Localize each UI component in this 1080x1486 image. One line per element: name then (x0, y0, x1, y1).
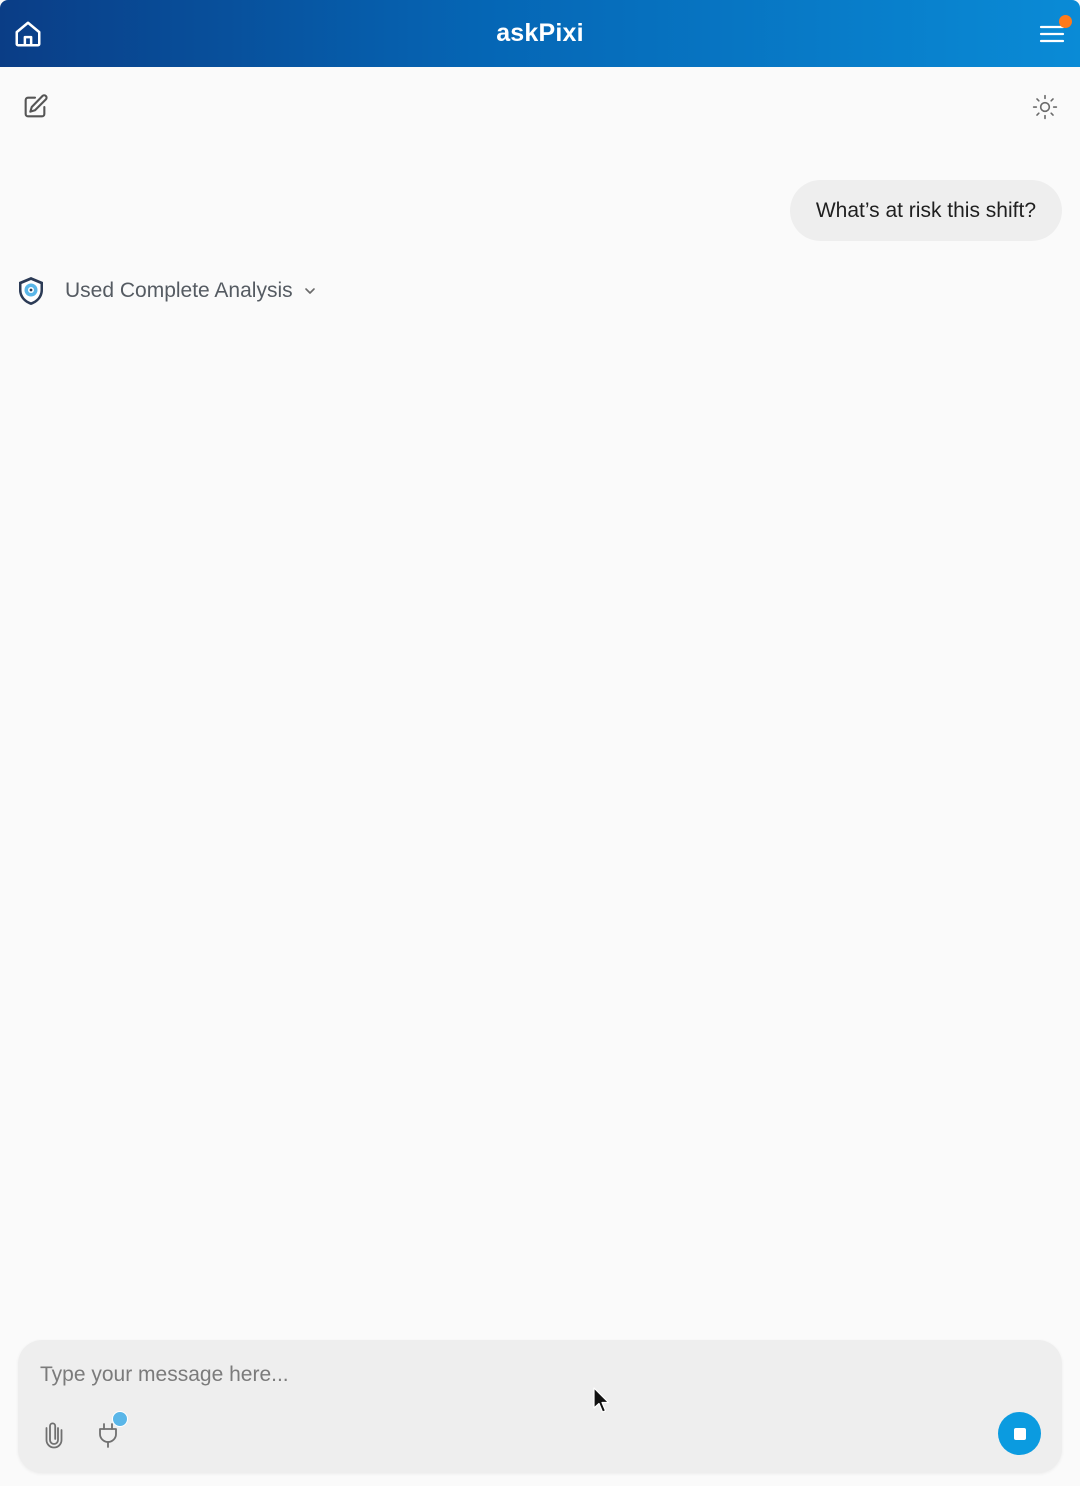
plugin-badge (112, 1411, 128, 1427)
analysis-status-label: Used Complete Analysis (65, 279, 293, 302)
theme-toggle-button[interactable] (1026, 88, 1064, 126)
app-title: askPixi (496, 19, 584, 47)
notification-dot (1059, 15, 1072, 28)
pixi-logo-icon (19, 277, 43, 305)
new-chat-button[interactable] (16, 88, 54, 126)
chevron-down-icon (304, 288, 315, 294)
user-message-bubble: What’s at risk this shift? (789, 180, 1062, 241)
stop-icon (1013, 1427, 1026, 1440)
app-header: askPixi (0, 0, 1080, 67)
message-composer (18, 1340, 1062, 1473)
analysis-status-toggle[interactable]: Used Complete Analysis (14, 272, 317, 310)
stop-generation-button[interactable] (998, 1412, 1041, 1455)
sun-icon (1032, 94, 1058, 120)
message-input[interactable] (38, 1354, 1002, 1396)
user-message-text: What’s at risk this shift? (815, 198, 1036, 222)
paperclip-icon (45, 1422, 63, 1449)
attach-button[interactable] (40, 1417, 68, 1451)
edit-icon (24, 94, 48, 118)
mouse-cursor-icon (593, 1387, 610, 1413)
